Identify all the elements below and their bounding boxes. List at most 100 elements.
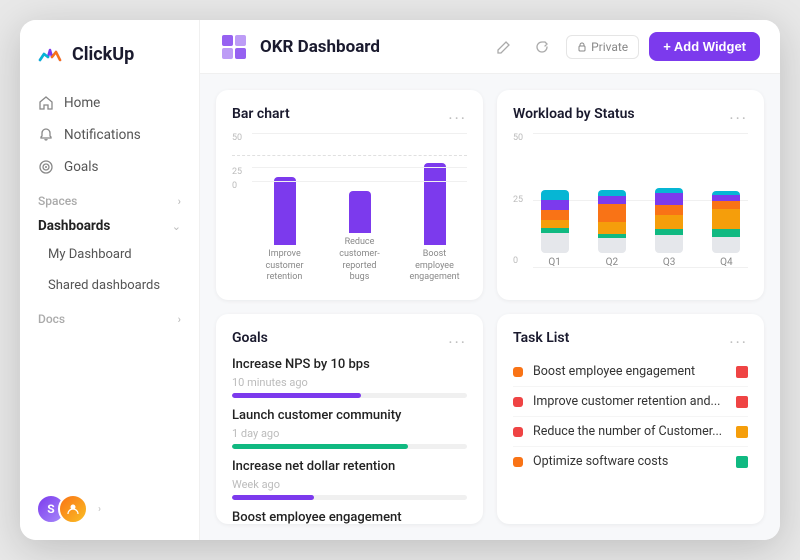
stacked-group-q4: Q4 [705, 191, 748, 268]
goal-time-2: Week ago [232, 478, 467, 491]
notifications-label: Notifications [64, 127, 141, 143]
edit-icon[interactable] [490, 33, 518, 61]
task-name-0: Boost employee engagement [533, 364, 726, 379]
goals-menu[interactable]: ... [448, 328, 467, 347]
sidebar-item-my-dashboard[interactable]: My Dashboard [28, 240, 191, 269]
goal-name-1: Launch customer community [232, 408, 401, 423]
workload-chart-menu[interactable]: ... [729, 104, 748, 123]
wl-y-25: 25 [513, 195, 523, 205]
bar-0 [274, 177, 296, 245]
goal-item-3: Boost employee engagement [232, 510, 467, 524]
stacked-bar-q1 [541, 190, 569, 253]
task-list: Boost employee engagement Improve custom… [513, 357, 748, 476]
goal-item-1: Launch customer community 1 day ago [232, 408, 467, 449]
task-dot-2 [513, 427, 523, 437]
goals-card: Goals ... Increase NPS by 10 bps 10 minu… [216, 314, 483, 524]
sidebar-item-home[interactable]: Home [28, 88, 191, 118]
stacked-group-q3: Q3 [648, 188, 691, 268]
private-label: Private [591, 40, 628, 54]
goal-item-2: Increase net dollar retention Week ago [232, 459, 467, 500]
task-dot-1 [513, 397, 523, 407]
stacked-q4-label: Q4 [720, 257, 733, 268]
bar-chart-menu[interactable]: ... [448, 104, 467, 123]
sidebar: ClickUp Home Notifications [20, 20, 200, 540]
wl-y-0: 0 [513, 256, 523, 266]
dashboards-label[interactable]: Dashboards [38, 218, 110, 234]
workload-chart-header: Workload by Status ... [513, 104, 748, 123]
topbar: OKR Dashboard Private + Add Widget [200, 20, 780, 74]
dashboard-grid-icon [220, 33, 248, 61]
sidebar-item-notifications[interactable]: Notifications [28, 120, 191, 150]
bar-label-0: Improve customer retention [257, 249, 312, 284]
task-item-0: Boost employee engagement [513, 357, 748, 387]
bar-chart-header: Bar chart ... [232, 104, 467, 123]
goal-progress-1 [232, 444, 467, 449]
app-window: ClickUp Home Notifications [20, 20, 780, 540]
stacked-bar-q4 [712, 191, 740, 253]
private-badge[interactable]: Private [566, 35, 639, 59]
bar-chart-title: Bar chart [232, 106, 290, 122]
bar-label-1: Reduce customer-reported bugs [332, 237, 387, 284]
avatar-2 [58, 494, 88, 524]
task-item-3: Optimize software costs [513, 447, 748, 476]
home-label: Home [64, 95, 100, 111]
task-name-1: Improve customer retention and... [533, 394, 726, 409]
workload-chart-card: Workload by Status ... 50 25 0 [497, 90, 764, 300]
docs-chevron-icon: › [178, 313, 181, 326]
bar-label-2: Boost employee engagement [407, 249, 462, 284]
main-content: OKR Dashboard Private + Add Widget [200, 20, 780, 540]
task-name-3: Optimize software costs [533, 454, 726, 469]
bar-1 [349, 191, 371, 233]
y-label-25: 25 [232, 167, 242, 177]
bar-group-1: Reduce customer-reported bugs [327, 191, 392, 284]
y-label-0: 0 [232, 181, 237, 191]
task-dot-0 [513, 367, 523, 377]
stacked-q2-label: Q2 [606, 257, 619, 268]
task-list-menu[interactable]: ... [729, 328, 748, 347]
stacked-group-q2: Q2 [590, 190, 633, 268]
bar-chart-area: 50 25 [232, 133, 467, 286]
footer-chevron-icon: › [98, 504, 101, 515]
goals-label: Goals [64, 159, 99, 175]
stacked-bar-q2 [598, 190, 626, 253]
logo-text: ClickUp [72, 44, 134, 65]
refresh-icon[interactable] [528, 33, 556, 61]
goal-progress-2 [232, 495, 467, 500]
task-name-2: Reduce the number of Customer... [533, 424, 726, 439]
docs-section: Docs › [20, 300, 199, 330]
task-list-header: Task List ... [513, 328, 748, 347]
goal-time-1: 1 day ago [232, 427, 467, 440]
goal-item-0: Increase NPS by 10 bps 10 minutes ago [232, 357, 467, 398]
bar-chart-card: Bar chart ... 50 [216, 90, 483, 300]
home-icon [38, 95, 54, 111]
task-dot-3 [513, 457, 523, 467]
bar-group-0: Improve customer retention [252, 177, 317, 284]
content-grid: Bar chart ... 50 [200, 74, 780, 540]
avatar-group[interactable]: S [36, 494, 88, 524]
task-list-card: Task List ... Boost employee engagement … [497, 314, 764, 524]
add-widget-button[interactable]: + Add Widget [649, 32, 760, 61]
task-item-2: Reduce the number of Customer... [513, 417, 748, 447]
my-dashboard-label: My Dashboard [48, 247, 132, 262]
task-flag-2 [736, 426, 748, 438]
clickup-logo-icon [36, 40, 64, 68]
sidebar-item-shared-dashboards[interactable]: Shared dashboards [28, 271, 191, 300]
wl-y-50: 50 [513, 133, 523, 143]
bell-icon [38, 127, 54, 143]
stacked-bars-container: Q1 Q2 [533, 158, 748, 268]
goals-title: Goals [232, 330, 268, 346]
dashboards-nav: Dashboards ⌄ My Dashboard Shared dashboa… [20, 212, 199, 300]
stacked-q3-label: Q3 [663, 257, 676, 268]
goals-list: Increase NPS by 10 bps 10 minutes ago La… [232, 357, 467, 524]
goal-name-2: Increase net dollar retention [232, 459, 395, 474]
logo: ClickUp [20, 40, 199, 88]
task-flag-3 [736, 456, 748, 468]
goal-name-0: Increase NPS by 10 bps [232, 357, 370, 372]
shared-dashboards-label: Shared dashboards [48, 278, 160, 293]
workload-chart-title: Workload by Status [513, 106, 635, 122]
task-flag-1 [736, 396, 748, 408]
task-list-title: Task List [513, 330, 569, 346]
sidebar-nav: Home Notifications Goals [20, 88, 199, 182]
sidebar-item-goals[interactable]: Goals [28, 152, 191, 182]
goal-progress-0 [232, 393, 467, 398]
